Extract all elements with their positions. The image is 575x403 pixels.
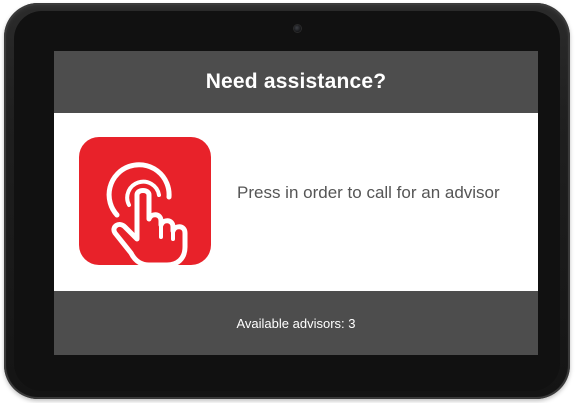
page-title: Need assistance?	[205, 70, 387, 93]
footer-bar: Available advisors: 3	[54, 291, 538, 355]
tablet-screen: Need assistance? Press in order to call …	[54, 51, 538, 355]
stage: Need assistance? Press in order to call …	[0, 0, 575, 403]
available-advisors-count: 3	[348, 315, 356, 331]
front-camera-icon	[294, 25, 301, 32]
call-instruction-text: Press in order to call for an advisor	[237, 183, 500, 202]
content-area: Press in order to call for an advisor	[54, 113, 538, 291]
hand-tap-icon	[106, 162, 188, 265]
call-advisor-button[interactable]	[79, 137, 211, 265]
available-advisors-label: Available advisors:	[236, 315, 345, 331]
available-advisors-status: Available advisors: 3	[236, 316, 355, 331]
header-bar: Need assistance?	[54, 51, 538, 113]
